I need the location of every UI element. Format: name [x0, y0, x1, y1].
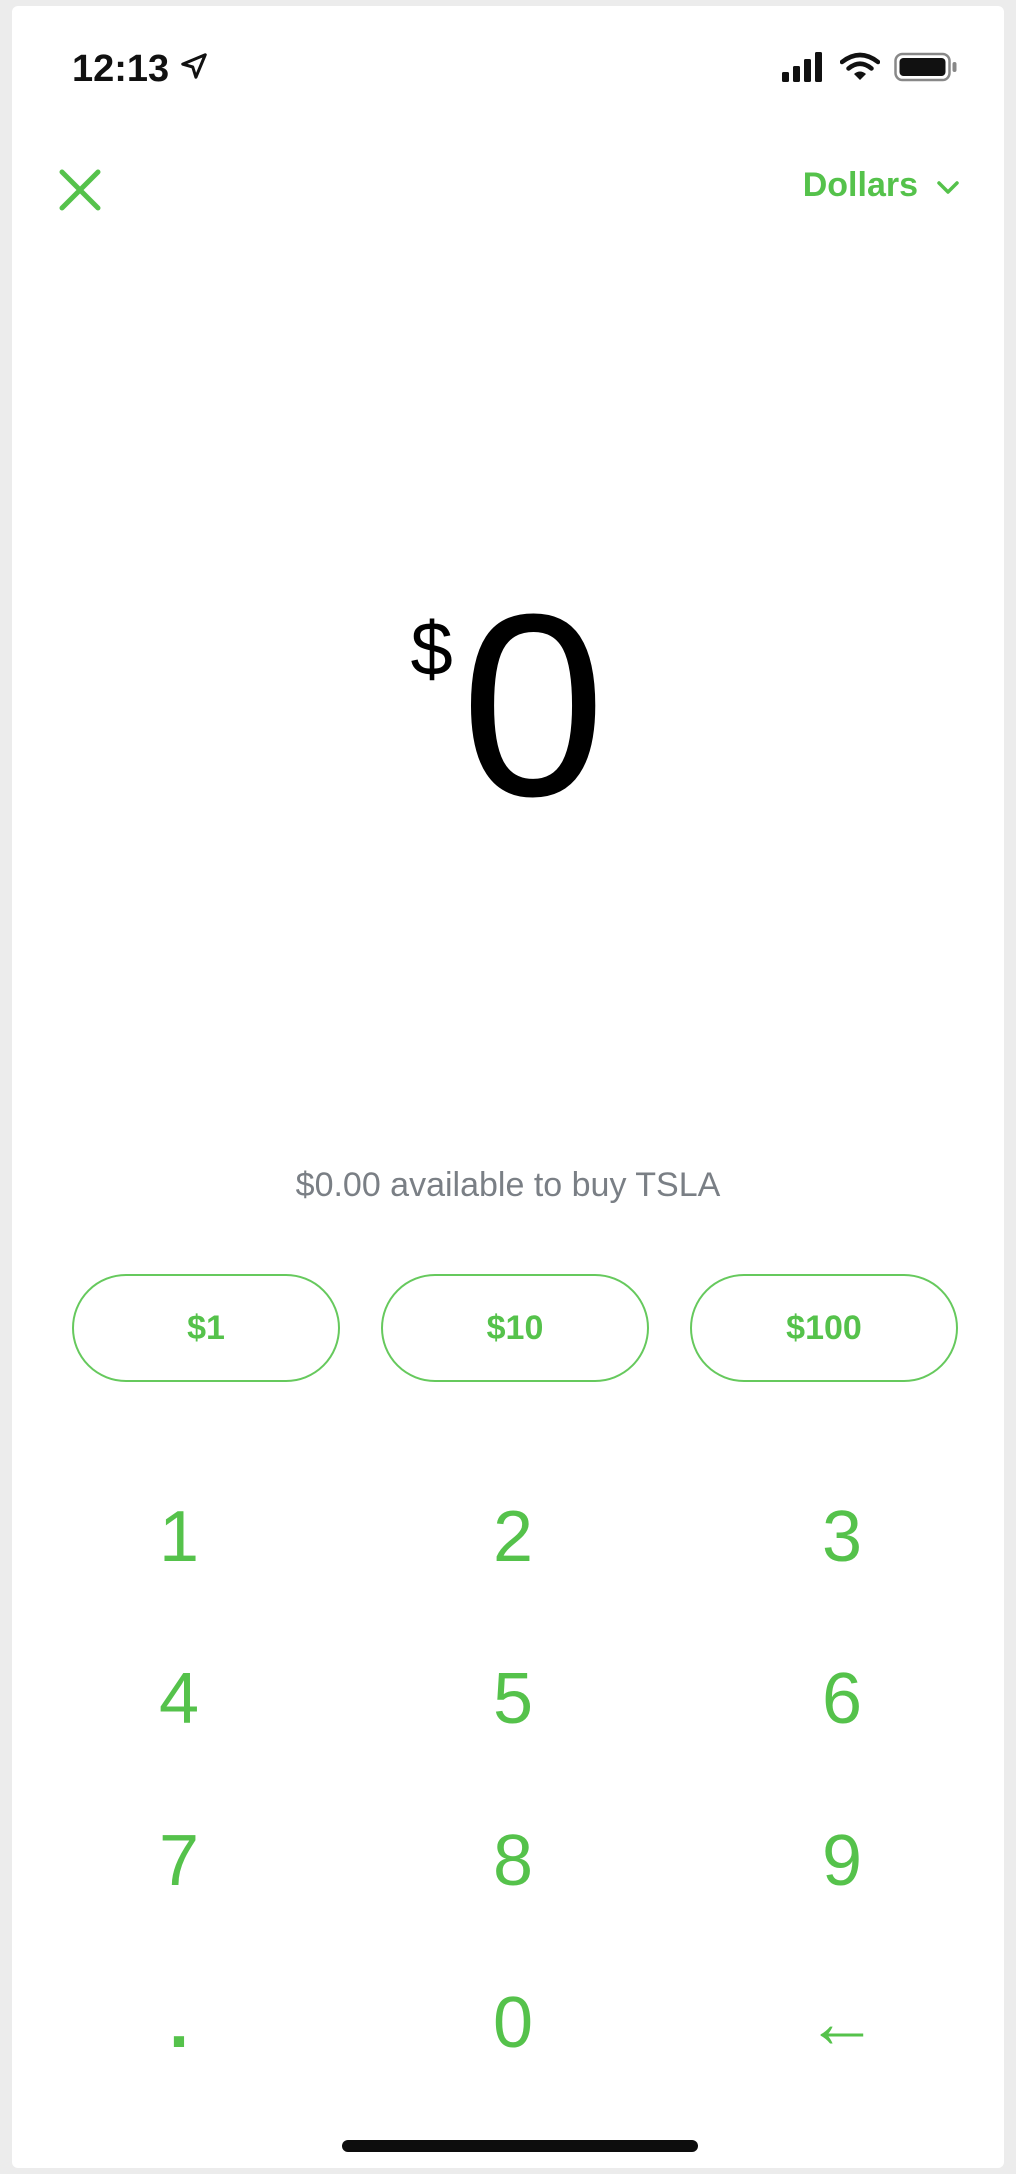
preset-amounts: $1 $10 $100 [72, 1274, 958, 1382]
key-2[interactable]: 2 [346, 1456, 680, 1618]
key-label: 0 [492, 1983, 534, 2063]
cellular-signal-icon [782, 52, 826, 87]
key-label: 4 [158, 1659, 200, 1739]
key-3[interactable]: 3 [680, 1456, 1004, 1618]
key-label: 3 [821, 1497, 863, 1577]
preset-10-button[interactable]: $10 [381, 1274, 649, 1382]
wifi-icon [839, 52, 881, 87]
key-0[interactable]: 0 [346, 1942, 680, 2104]
key-4[interactable]: 4 [12, 1618, 346, 1780]
amount-value: 0 [460, 561, 606, 851]
amount-display: $ 0 [12, 576, 1004, 836]
key-decimal[interactable]: . [12, 1942, 346, 2104]
key-8[interactable]: 8 [346, 1780, 680, 1942]
close-button[interactable] [56, 166, 104, 214]
key-1[interactable]: 1 [12, 1456, 346, 1618]
key-5[interactable]: 5 [346, 1618, 680, 1780]
backspace-key[interactable]: ← [680, 1942, 1004, 2104]
location-arrow-icon [179, 48, 209, 91]
chevron-down-icon [936, 166, 960, 205]
preset-1-button[interactable]: $1 [72, 1274, 340, 1382]
backspace-arrow-icon: ← [806, 1983, 878, 2063]
battery-icon [894, 52, 958, 87]
key-9[interactable]: 9 [680, 1780, 1004, 1942]
key-label: 1 [158, 1497, 200, 1577]
key-6[interactable]: 6 [680, 1618, 1004, 1780]
currency-symbol: $ [410, 607, 453, 692]
home-indicator [342, 2140, 698, 2152]
key-label: 9 [821, 1821, 863, 1901]
status-bar-time: 12:13 [72, 48, 209, 91]
close-icon [56, 169, 104, 218]
key-label: 7 [158, 1821, 200, 1901]
key-label: 2 [492, 1497, 534, 1577]
available-balance-text: $0.00 available to buy TSLA [295, 1166, 721, 1204]
trade-amount-screen: 12:13 Dollars $ 0 $0.00 available to buy… [12, 6, 1004, 2168]
key-label: 6 [821, 1659, 863, 1739]
status-bar-indicators [782, 52, 958, 87]
key-label: . [168, 1983, 189, 2063]
currency-label: Dollars [802, 166, 918, 204]
preset-100-button[interactable]: $100 [690, 1274, 958, 1382]
clock-label: 12:13 [72, 48, 170, 90]
key-7[interactable]: 7 [12, 1780, 346, 1942]
currency-dropdown[interactable]: Dollars [803, 166, 960, 205]
key-label: 5 [492, 1659, 534, 1739]
numeric-keypad: 1 2 3 4 5 6 7 8 9 . 0 ← [12, 1456, 1004, 2104]
key-label: 8 [492, 1821, 534, 1901]
